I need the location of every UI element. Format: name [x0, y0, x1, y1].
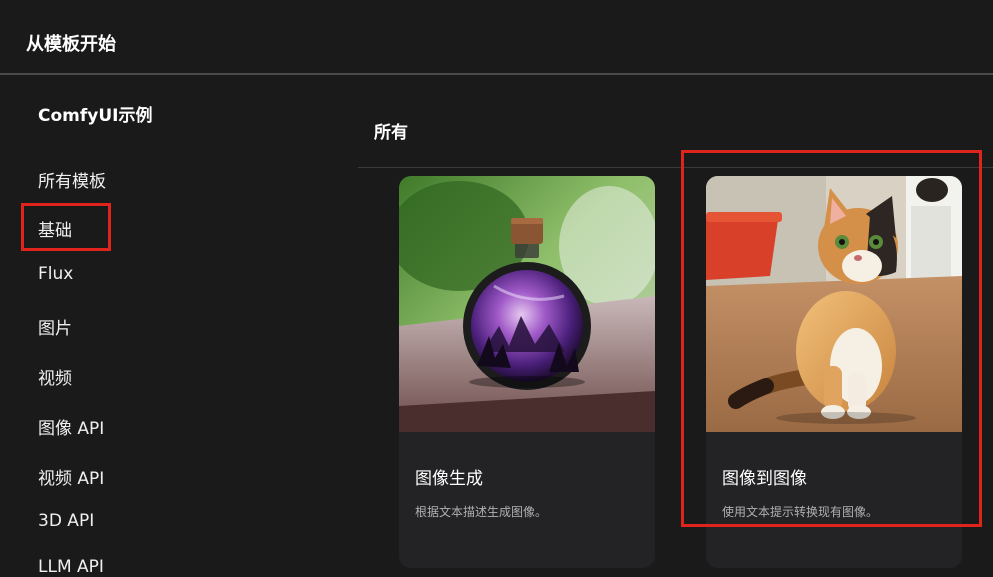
template-card-image-generation[interactable]: 图像生成 根据文本描述生成图像。 [399, 176, 655, 568]
sidebar-item-video-api[interactable]: 视频 API [38, 464, 104, 489]
sidebar-item-all-templates[interactable]: 所有模板 [38, 167, 106, 192]
sidebar-item-video[interactable]: 视频 [38, 364, 72, 389]
dialog-title: 从模板开始 [26, 34, 116, 55]
sidebar-item-image-api[interactable]: 图像 API [38, 414, 104, 439]
highlight-box-basics [21, 203, 111, 251]
section-title: 所有 [374, 123, 408, 143]
card-title: 图像生成 [415, 469, 483, 489]
sidebar-heading: ComfyUI示例 [38, 106, 153, 126]
title-divider [0, 73, 993, 75]
sidebar-item-image[interactable]: 图片 [38, 314, 72, 339]
card-description: 根据文本描述生成图像。 [415, 505, 548, 519]
bottle-thumbnail [399, 176, 655, 432]
highlight-box-image-to-image [681, 150, 982, 527]
sidebar-item-3d-api[interactable]: 3D API [38, 511, 94, 531]
sidebar-item-flux[interactable]: Flux [38, 264, 73, 284]
sidebar-item-llm-api[interactable]: LLM API [38, 557, 104, 577]
